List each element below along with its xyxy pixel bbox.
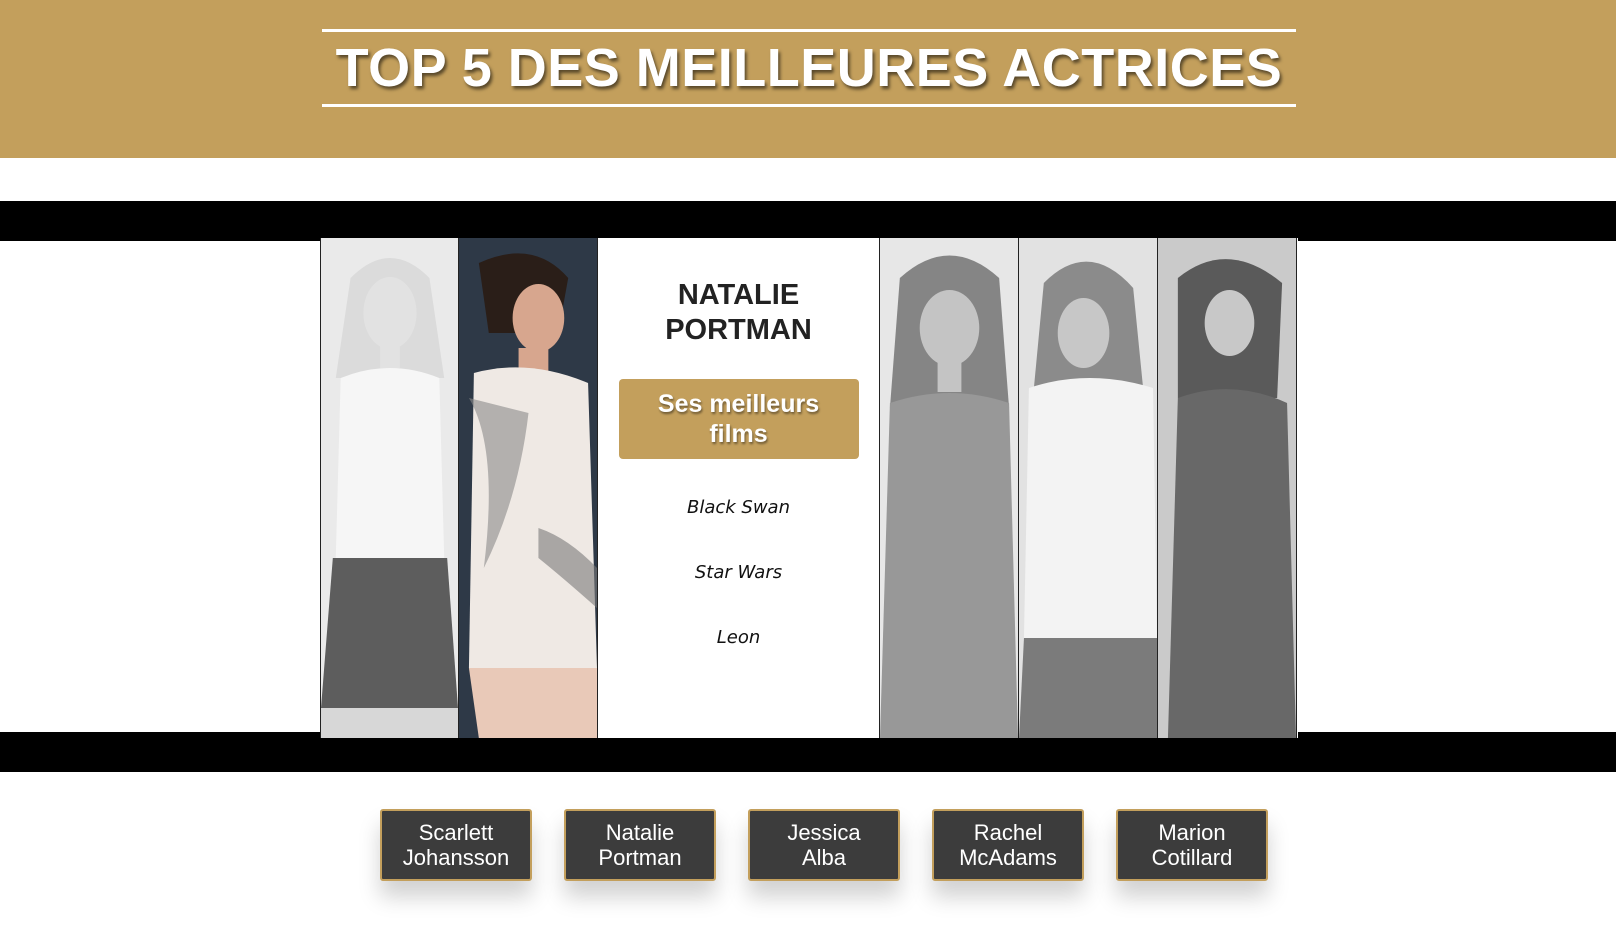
nav-button-marion-cotillard[interactable]: Marion Cotillard [1116,809,1268,881]
nav-button-line1: Scarlett [418,820,494,845]
selected-actress-name-line1: NATALIE [677,279,800,311]
film-item[interactable]: Black Swan [687,497,790,518]
photo-overlay [321,238,458,738]
nav-button-line2: Cotillard [1151,845,1233,870]
nav-button-line1: Natalie [605,820,675,845]
top-black-band [0,201,1616,241]
actress-photo-jessica-alba[interactable] [880,238,1019,738]
best-films-button-line2: films [709,420,768,448]
film-item[interactable]: Leon [717,627,761,648]
actress-photo-scarlett-johansson[interactable] [320,238,459,738]
bottom-black-band [0,732,1616,772]
actress-photo-image [459,238,597,738]
nav-button-line1: Jessica [787,820,861,845]
title-frame: TOP 5 DES MEILLEURES ACTRICES [322,29,1296,107]
actress-detail-panel: NATALIE PORTMAN Ses meilleurs films Blac… [598,238,880,738]
page-title: TOP 5 DES MEILLEURES ACTRICES [335,38,1283,98]
best-films-button[interactable]: Ses meilleurs films [618,379,859,459]
film-item[interactable]: Star Wars [695,562,782,583]
photo-overlay [1019,238,1157,738]
selected-actress-name: NATALIE PORTMAN [639,278,839,348]
actress-photo-marion-cotillard[interactable] [1158,238,1297,738]
nav-button-line1: Marion [1158,820,1226,845]
actress-photo-rachel-mcadams[interactable] [1019,238,1158,738]
selected-actress-name-line2: PORTMAN [665,314,812,346]
actress-photo-natalie-portman[interactable] [459,238,598,738]
nav-button-line2: Johansson [402,845,510,870]
actress-gallery: NATALIE PORTMAN Ses meilleurs films Blac… [320,238,1298,738]
nav-button-line2: Alba [801,845,847,870]
page-header: TOP 5 DES MEILLEURES ACTRICES [0,0,1616,158]
nav-button-natalie-portman[interactable]: Natalie Portman [564,809,716,881]
nav-button-line2: McAdams [959,845,1057,870]
nav-button-line2: Portman [598,845,682,870]
best-films-button-line1: Ses meilleurs [657,390,820,418]
nav-button-rachel-mcadams[interactable]: Rachel McAdams [932,809,1084,881]
nav-button-jessica-alba[interactable]: Jessica Alba [748,809,900,881]
photo-overlay [1158,238,1296,738]
nav-button-line1: Rachel [973,820,1043,845]
photo-overlay [880,238,1018,738]
nav-button-scarlett-johansson[interactable]: Scarlett Johansson [380,809,532,881]
actress-nav: Scarlett Johansson Natalie Portman Jessica… [380,809,1268,881]
